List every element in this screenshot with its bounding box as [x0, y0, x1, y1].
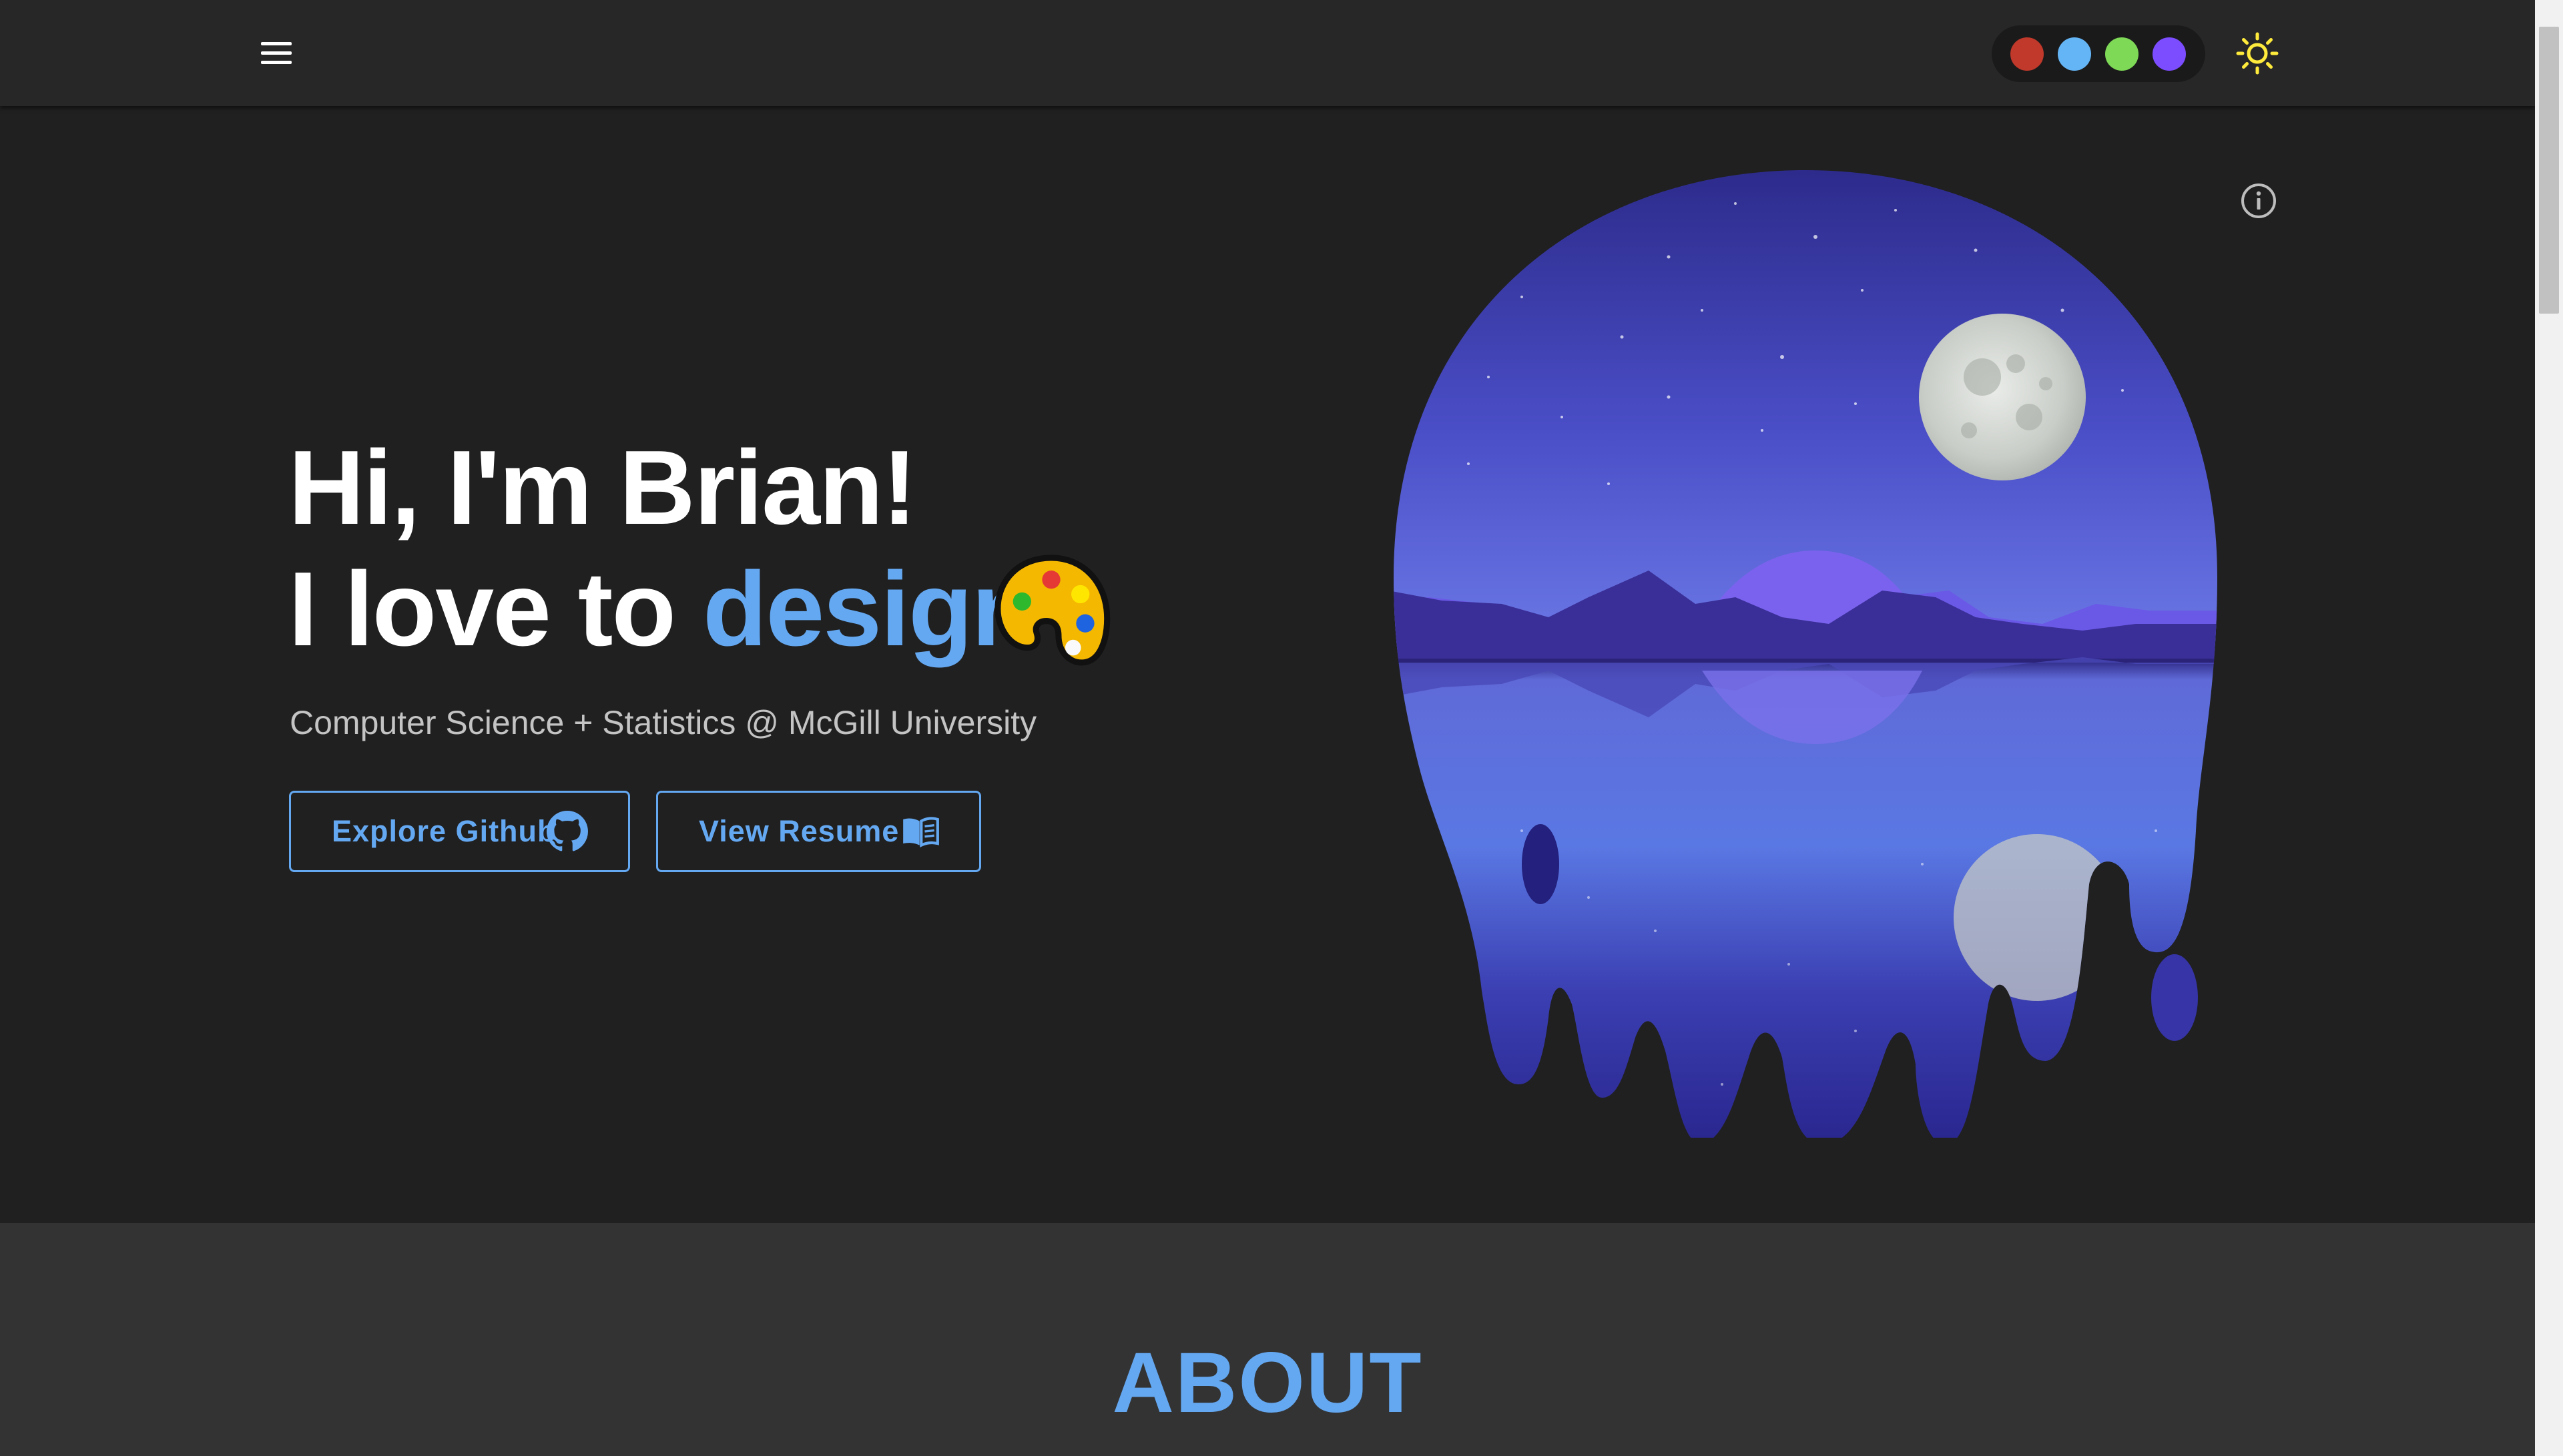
page: Hi, I'm Brian! I love to design Computer…	[0, 0, 2535, 1456]
view-resume-label: View Resume	[699, 814, 900, 848]
tagline-prefix: I love to	[288, 551, 676, 668]
swatch-purple[interactable]	[2153, 37, 2186, 71]
swatch-red[interactable]	[2010, 37, 2044, 71]
swatch-green[interactable]	[2105, 37, 2139, 71]
info-icon[interactable]	[2240, 182, 2277, 220]
tagline-accent-word: design	[702, 551, 1036, 668]
github-icon	[547, 811, 588, 852]
theme-color-picker	[1992, 25, 2205, 82]
scrollbar-thumb[interactable]	[2539, 27, 2559, 314]
about-heading: ABOUT	[1112, 1335, 1423, 1431]
hamburger-menu-icon[interactable]	[256, 35, 297, 72]
hero-tagline: I love to design	[288, 557, 1036, 662]
artist-palette-icon	[990, 551, 1112, 672]
top-app-bar	[0, 0, 2535, 106]
book-icon	[900, 811, 941, 852]
explore-github-button[interactable]: Explore Github	[289, 791, 630, 872]
view-resume-button[interactable]: View Resume	[656, 791, 981, 872]
hero-greeting: Hi, I'm Brian!	[288, 429, 917, 547]
page-scrollbar[interactable]	[2535, 0, 2563, 1456]
swatch-blue[interactable]	[2058, 37, 2091, 71]
hero-subtitle: Computer Science + Statistics @ McGill U…	[290, 704, 1037, 741]
melting-moon-illustration	[1388, 163, 2223, 1138]
about-section: ABOUT	[0, 1223, 2535, 1456]
explore-github-label: Explore Github	[332, 814, 557, 848]
sun-icon[interactable]	[2235, 31, 2280, 76]
